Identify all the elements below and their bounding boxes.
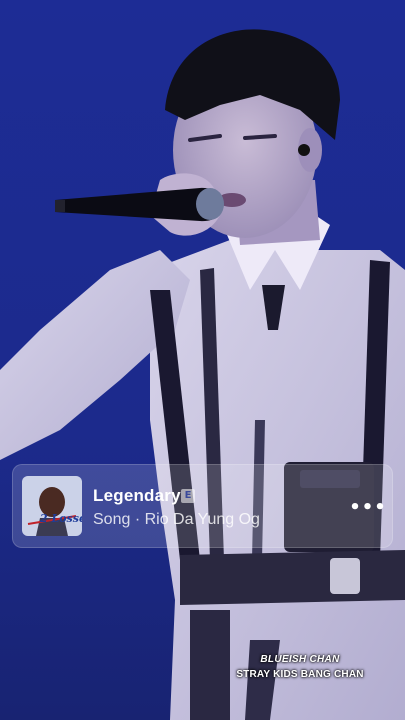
song-subtitle[interactable]: Song · Rio Da Yung Og xyxy=(93,511,260,529)
watermark: BLUEISH CHAN STRAY KIDS BANG CHAN xyxy=(230,654,370,680)
song-title[interactable]: Legendary xyxy=(93,486,181,506)
album-art[interactable]: 2 Lossed xyxy=(22,476,82,536)
more-horizontal-icon[interactable]: ••• xyxy=(349,495,386,519)
music-card[interactable]: 2 Lossed Legendary E Song · Rio Da Yung … xyxy=(12,464,393,548)
album-cover-image: 2 Lossed xyxy=(22,476,82,536)
explicit-badge: E xyxy=(181,489,195,503)
watermark-line-1: BLUEISH CHAN xyxy=(260,654,340,665)
video-frame[interactable] xyxy=(0,0,405,720)
album-text: 2 Lossed xyxy=(39,512,82,525)
watermark-line-2: STRAY KIDS BANG CHAN xyxy=(236,669,364,680)
